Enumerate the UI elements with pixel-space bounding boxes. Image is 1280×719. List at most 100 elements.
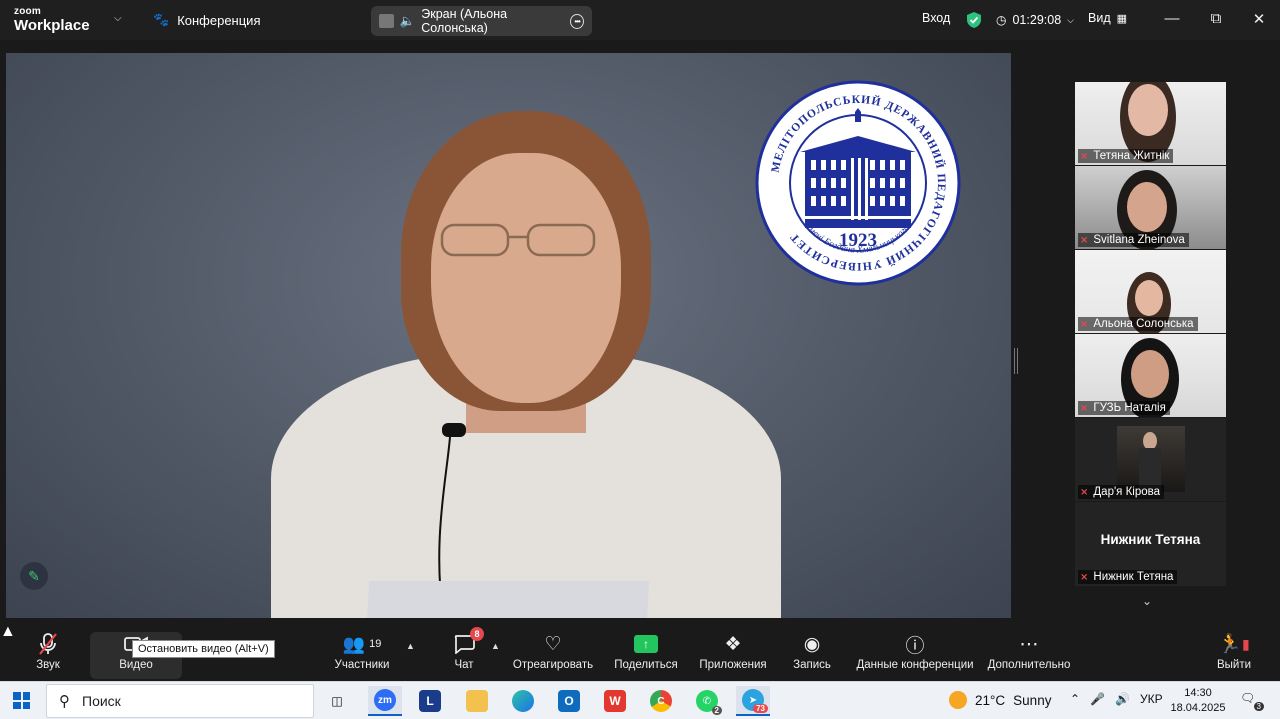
- system-tray: ⌃ 🎤 🔊 УКР: [1070, 692, 1163, 706]
- apps-button[interactable]: ❖ Приложения: [697, 631, 769, 672]
- participant-tile[interactable]: ⨯ Дар'я Кірова: [1075, 418, 1226, 501]
- muted-mic-icon: ⨯: [1080, 402, 1089, 414]
- edge-browser-icon[interactable]: [506, 686, 540, 716]
- participant-name-large: Нижник Тетяна: [1100, 532, 1201, 547]
- l-app-icon[interactable]: L: [413, 686, 447, 716]
- muted-mic-icon: ⨯: [1080, 150, 1089, 162]
- participant-tile-video-off[interactable]: Нижник Тетяна ⨯ Нижник Тетяна: [1075, 502, 1226, 586]
- minimize-icon[interactable]: —: [1162, 10, 1182, 27]
- meeting-area: МЕЛІТОПОЛЬСЬКИЙ ДЕРЖАВНИЙ ПЕДАГОГІЧНИЙ У…: [0, 40, 1280, 623]
- record-icon: ◉: [803, 633, 821, 655]
- task-view-icon[interactable]: ◫: [320, 686, 354, 716]
- chat-label: Чат: [454, 659, 474, 671]
- more-options-icon[interactable]: •••: [570, 13, 584, 29]
- participant-name-tag: ⨯ ГУЗЬ Наталія: [1078, 401, 1170, 415]
- audio-button[interactable]: Звук: [28, 631, 68, 671]
- wps-label: W: [604, 690, 626, 712]
- file-explorer-icon[interactable]: [460, 686, 494, 716]
- share-button[interactable]: ↑ Поделиться: [612, 631, 680, 671]
- share-screen-icon-wrap: ↑: [612, 631, 680, 657]
- audio-label: Звук: [36, 659, 60, 671]
- paw-icon: 🐾: [153, 12, 170, 27]
- participants-button[interactable]: 👥 19 Участники: [330, 631, 394, 672]
- participant-name-tag: ⨯ Тетяна Житнік: [1078, 149, 1174, 163]
- language-indicator[interactable]: УКР: [1140, 692, 1163, 706]
- meeting-timer[interactable]: ◷ 01:29:08 ⌵: [966, 11, 1074, 29]
- wps-office-icon[interactable]: W: [598, 686, 632, 716]
- close-icon[interactable]: ✕: [1249, 10, 1269, 28]
- meeting-info-label: Данные конференции: [856, 659, 974, 671]
- brand-line2: Workplace: [14, 17, 90, 34]
- volume-icon[interactable]: 🔊: [1115, 692, 1130, 706]
- weather-widget[interactable]: 21°C Sunny: [949, 691, 1051, 709]
- pencil-icon[interactable]: ✎: [20, 562, 48, 590]
- participant-tile[interactable]: ⨯ Svitlana Zheinova: [1075, 166, 1226, 249]
- windows-taskbar: ⚲ Поиск ◫ zm L O W C ✆ 2 ➤ 73 21°C Sunny ⌃…: [0, 681, 1280, 719]
- share-label: Поделиться: [614, 659, 678, 671]
- restore-icon[interactable]: ⧉: [1206, 10, 1226, 27]
- participants-caret-icon[interactable]: ▲: [406, 641, 415, 651]
- participants-label: Участники: [334, 659, 390, 671]
- clock-time: 14:30: [1184, 687, 1212, 699]
- brand-line1: zoom: [14, 6, 41, 17]
- speaker-face: [431, 153, 621, 403]
- telegram-badge: 73: [753, 704, 768, 713]
- notifications-icon[interactable]: 🗨 3: [1240, 691, 1264, 711]
- meeting-info-button[interactable]: ⓘ Данные конференции: [856, 631, 974, 672]
- participants-count: 19: [369, 638, 382, 650]
- record-button[interactable]: ◉ Запись: [790, 631, 834, 672]
- more-button[interactable]: ⋯ Дополнительно: [986, 631, 1072, 672]
- whatsapp-badge: 2: [711, 706, 722, 715]
- taskbar-clock[interactable]: 14:30 18.04.2025: [1170, 686, 1226, 716]
- microphone-icon[interactable]: 🎤: [1090, 692, 1105, 706]
- search-icon: ⚲: [59, 693, 70, 710]
- record-label: Запись: [793, 659, 831, 671]
- view-label: Вид: [1088, 11, 1111, 25]
- chat-caret-icon[interactable]: ▲: [491, 641, 500, 651]
- audio-options-caret-icon[interactable]: ▲: [0, 623, 16, 640]
- mic-muted-icon: [28, 631, 68, 657]
- whatsapp-icon[interactable]: ✆ 2: [690, 686, 724, 716]
- l-app-label: L: [419, 690, 441, 712]
- taskbar-search[interactable]: ⚲ Поиск: [46, 684, 314, 718]
- scroll-down-chevron-icon[interactable]: ⌄: [1142, 594, 1152, 608]
- signin-button[interactable]: Вход: [922, 11, 950, 25]
- panel-resize-handle[interactable]: [1014, 348, 1018, 374]
- zoom-workplace-logo[interactable]: zoom Workplace: [14, 6, 90, 34]
- timer-text: 01:29:08: [1012, 13, 1062, 27]
- participant-name: Альона Солонська: [1093, 318, 1194, 330]
- muted-mic-icon: ⨯: [1080, 486, 1089, 498]
- participant-name: ГУЗЬ Наталія: [1093, 402, 1166, 414]
- active-speaker-video[interactable]: МЕЛІТОПОЛЬСЬКИЙ ДЕРЖАВНИЙ ПЕДАГОГІЧНИЙ У…: [6, 53, 1011, 618]
- view-button[interactable]: Вид ▦: [1088, 11, 1127, 25]
- leave-button[interactable]: 🏃 ▮ Выйти: [1214, 631, 1254, 671]
- muted-mic-icon: ⨯: [1080, 234, 1089, 246]
- screen-share-pill[interactable]: 🔈 Экран (Альона Солонська) •••: [371, 6, 592, 36]
- info-icon: ⓘ: [905, 635, 925, 657]
- muted-mic-icon: ⨯: [1080, 318, 1089, 330]
- zoom-app-icon[interactable]: zm: [368, 686, 402, 716]
- chevron-up-icon[interactable]: ⌃: [1070, 692, 1080, 706]
- participant-tile[interactable]: ⨯ Тетяна Житнік: [1075, 82, 1226, 165]
- meeting-menu[interactable]: 🐾 Конференция: [153, 12, 260, 28]
- participant-tile[interactable]: ⨯ Альона Солонська: [1075, 250, 1226, 333]
- weather-text: Sunny: [1013, 692, 1052, 708]
- chrome-icon[interactable]: C: [644, 686, 678, 716]
- clock-date: 18.04.2025: [1170, 702, 1226, 714]
- heart-icon: ♡: [544, 633, 562, 655]
- title-bar: zoom Workplace ⌵ 🐾 Конференция 🔈 Экран (…: [0, 0, 1280, 40]
- outlook-icon[interactable]: O: [552, 686, 586, 716]
- telegram-icon[interactable]: ➤ 73: [736, 686, 770, 716]
- windows-start-icon[interactable]: [13, 692, 30, 709]
- muted-mic-icon: ⨯: [1080, 571, 1089, 583]
- leave-label: Выйти: [1216, 659, 1252, 671]
- chat-button[interactable]: 8 Чат: [448, 627, 484, 671]
- share-screen-icon: ↑: [634, 635, 658, 653]
- sun-icon: [949, 691, 967, 709]
- participant-name: Нижник Тетяна: [1093, 571, 1174, 583]
- signin-label: Вход: [922, 11, 951, 25]
- react-button[interactable]: ♡ Отреагировать: [512, 631, 594, 672]
- participant-tile-active[interactable]: ⨯ ГУЗЬ Наталія: [1075, 334, 1226, 417]
- chevron-down-icon[interactable]: ⌵: [114, 13, 122, 24]
- chevron-down-icon: ⌵: [1067, 14, 1074, 25]
